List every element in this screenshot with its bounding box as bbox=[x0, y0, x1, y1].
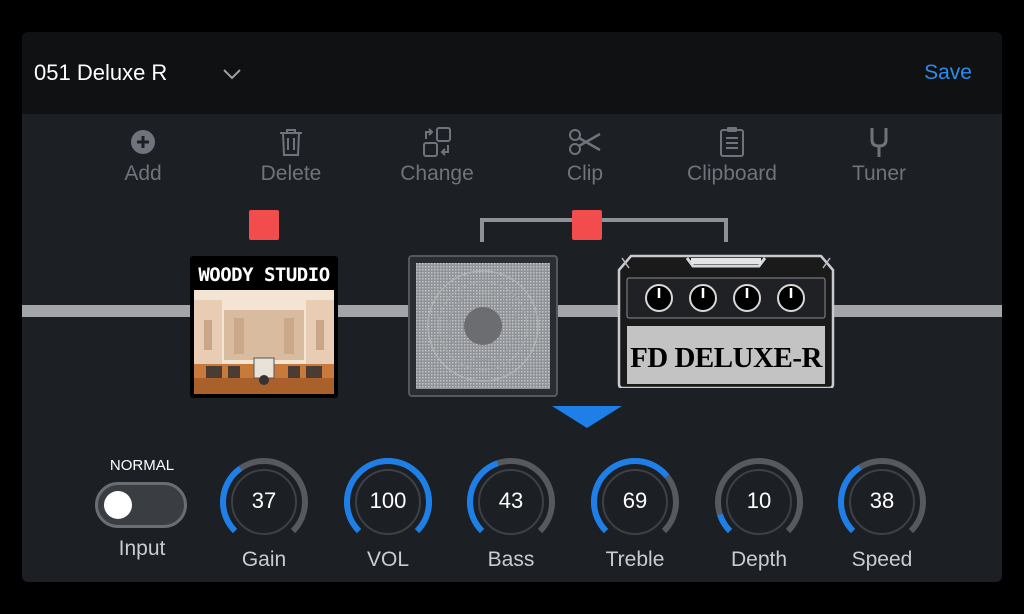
add-label: Add bbox=[124, 162, 162, 185]
cab-amp-group-bracket bbox=[480, 218, 728, 242]
trash-icon bbox=[226, 124, 356, 160]
bass-value: 43 bbox=[498, 488, 524, 513]
signal-line bbox=[336, 305, 410, 317]
tuning-fork-icon bbox=[814, 124, 944, 160]
studio-room-image bbox=[194, 290, 334, 394]
gain-value: 37 bbox=[251, 488, 277, 513]
clipboard-button[interactable]: Clipboard bbox=[667, 124, 797, 186]
input-label: Input bbox=[118, 537, 166, 560]
change-label: Change bbox=[400, 162, 474, 185]
save-button[interactable]: Save bbox=[924, 61, 972, 85]
toggle-thumb bbox=[104, 491, 132, 519]
signal-line bbox=[22, 305, 192, 317]
change-button[interactable]: Change bbox=[372, 124, 502, 186]
selected-block-caret-icon[interactable] bbox=[552, 406, 622, 428]
bass-knob[interactable]: 43 Bass bbox=[465, 456, 557, 572]
depth-knob[interactable]: 10 Depth bbox=[713, 456, 805, 572]
clipboard-label: Clipboard bbox=[687, 162, 777, 185]
amp-head-block[interactable]: FD DELUXE-R bbox=[617, 254, 835, 390]
clip-label: Clip bbox=[566, 162, 604, 185]
treble-label: Treble bbox=[605, 548, 665, 571]
speed-label: Speed bbox=[851, 548, 913, 571]
bass-label: Bass bbox=[487, 548, 535, 571]
main-panel: 051 Deluxe R Save Add Delete Change Clip bbox=[22, 32, 1002, 582]
swap-icon bbox=[372, 124, 502, 160]
amp-block-indicator[interactable] bbox=[572, 210, 602, 240]
amp-model-label: FD DELUXE-R bbox=[630, 342, 822, 374]
signal-line bbox=[832, 305, 1002, 317]
knob-level-fill bbox=[717, 513, 733, 534]
gain-label: Gain bbox=[241, 548, 287, 571]
plus-circle-icon bbox=[78, 124, 208, 160]
delete-button[interactable]: Delete bbox=[226, 124, 356, 186]
input-mode-label: NORMAL bbox=[109, 457, 175, 474]
delete-label: Delete bbox=[260, 162, 322, 185]
vol-label: VOL bbox=[366, 548, 410, 571]
depth-value: 10 bbox=[746, 488, 772, 513]
speed-knob[interactable]: 38 Speed bbox=[836, 456, 928, 572]
scissors-icon bbox=[520, 124, 650, 160]
speed-value: 38 bbox=[869, 488, 895, 513]
depth-label: Depth bbox=[730, 548, 788, 571]
treble-value: 69 bbox=[622, 488, 648, 513]
vol-knob[interactable]: 100 VOL bbox=[342, 456, 434, 572]
chevron-down-icon[interactable] bbox=[220, 62, 244, 86]
woody-studio-block[interactable]: WOODY STUDIO bbox=[190, 256, 338, 398]
ir-block-indicator[interactable] bbox=[249, 210, 279, 240]
treble-knob[interactable]: 69 Treble bbox=[589, 456, 681, 572]
clip-button[interactable]: Clip bbox=[520, 124, 650, 186]
preset-header: 051 Deluxe R Save bbox=[22, 32, 1002, 114]
preset-name[interactable]: 051 Deluxe R bbox=[34, 60, 167, 86]
gain-knob[interactable]: 37 Gain bbox=[218, 456, 310, 572]
tuner-label: Tuner bbox=[851, 162, 907, 185]
add-button[interactable]: Add bbox=[78, 124, 208, 186]
input-toggle[interactable] bbox=[95, 482, 187, 528]
signal-line bbox=[556, 305, 620, 317]
clipboard-icon bbox=[667, 124, 797, 160]
tuner-button[interactable]: Tuner bbox=[814, 124, 944, 186]
vol-value: 100 bbox=[369, 488, 407, 513]
speaker-cabinet-block[interactable] bbox=[408, 255, 558, 397]
ir-block-title: WOODY STUDIO bbox=[198, 264, 330, 286]
